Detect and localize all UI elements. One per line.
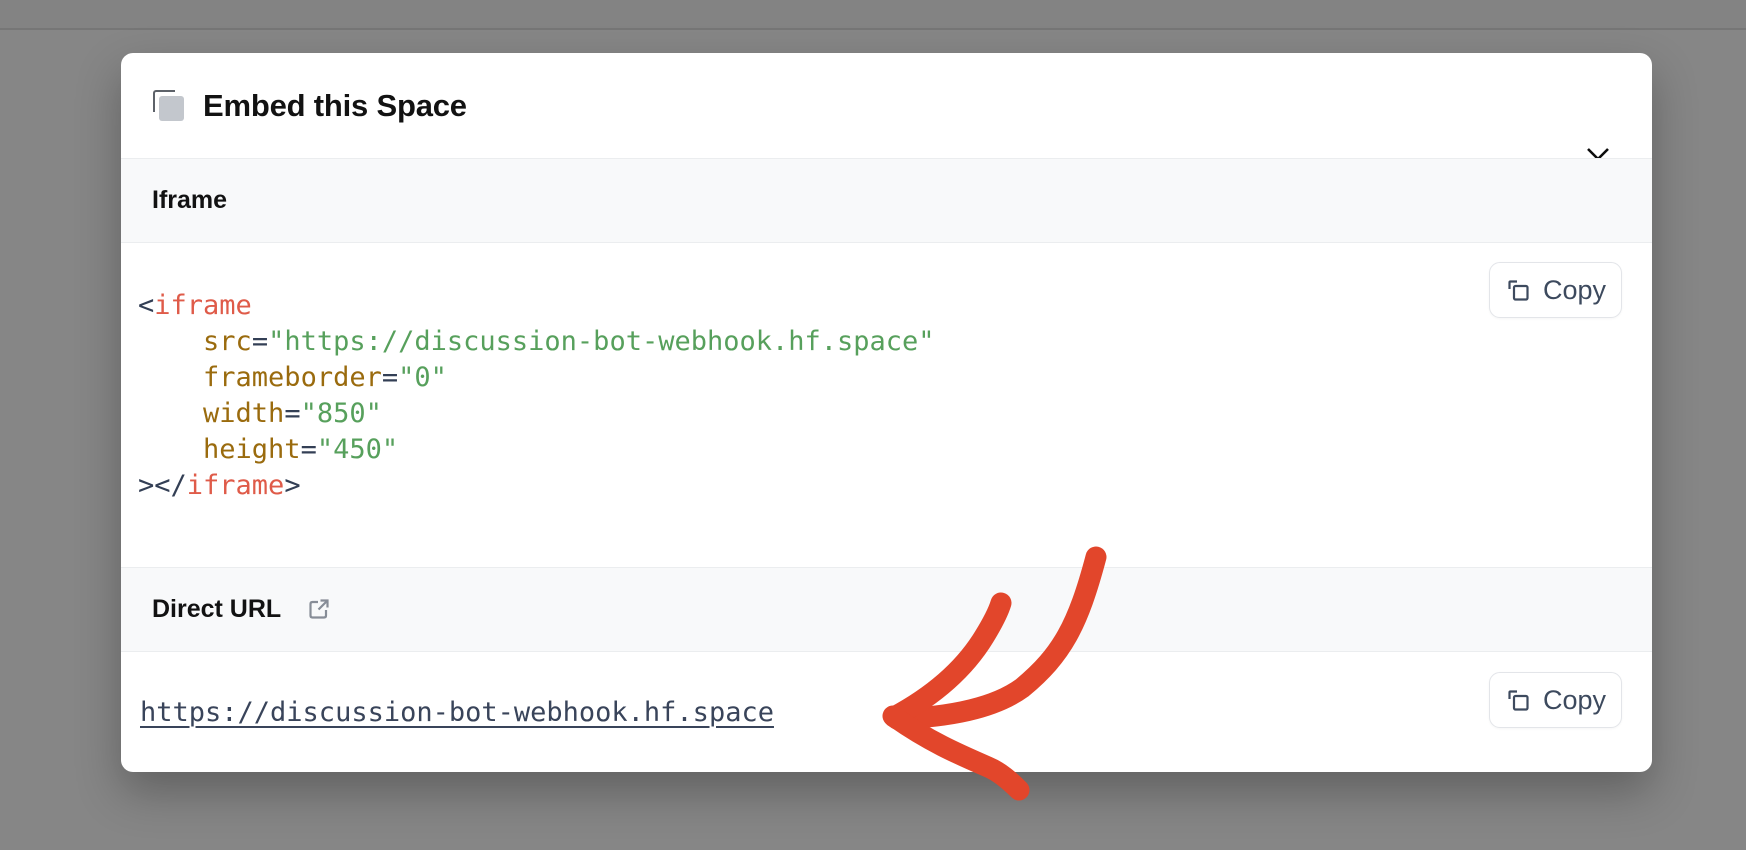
embed-space-modal: Embed this Space Iframe <iframe src="htt…: [121, 53, 1652, 772]
direct-url-heading: Direct URL: [152, 595, 281, 624]
direct-url-row: https://discussion-bot-webhook.hf.space: [121, 653, 1652, 772]
copy-icon: [1505, 687, 1532, 714]
copy-direct-url-button[interactable]: Copy: [1489, 672, 1622, 728]
external-link-icon[interactable]: [305, 596, 332, 623]
copy-icon: [1505, 277, 1532, 304]
copy-button-label: Copy: [1543, 685, 1606, 716]
copy-iframe-code-button[interactable]: Copy: [1489, 262, 1622, 318]
iframe-embed-code[interactable]: <iframe src="https://discussion-bot-webh…: [138, 288, 935, 504]
copy-button-label: Copy: [1543, 275, 1606, 306]
modal-header: Embed this Space: [121, 53, 1652, 158]
modal-title: Embed this Space: [203, 88, 467, 124]
direct-url-section-header: Direct URL: [121, 567, 1652, 652]
iframe-heading: Iframe: [152, 186, 227, 215]
embed-icon: [153, 90, 185, 122]
iframe-section-header: Iframe: [121, 158, 1652, 243]
page-background-seam: [0, 0, 1746, 30]
iframe-code-block: <iframe src="https://discussion-bot-webh…: [121, 244, 1652, 567]
direct-url-link[interactable]: https://discussion-bot-webhook.hf.space: [140, 697, 774, 728]
